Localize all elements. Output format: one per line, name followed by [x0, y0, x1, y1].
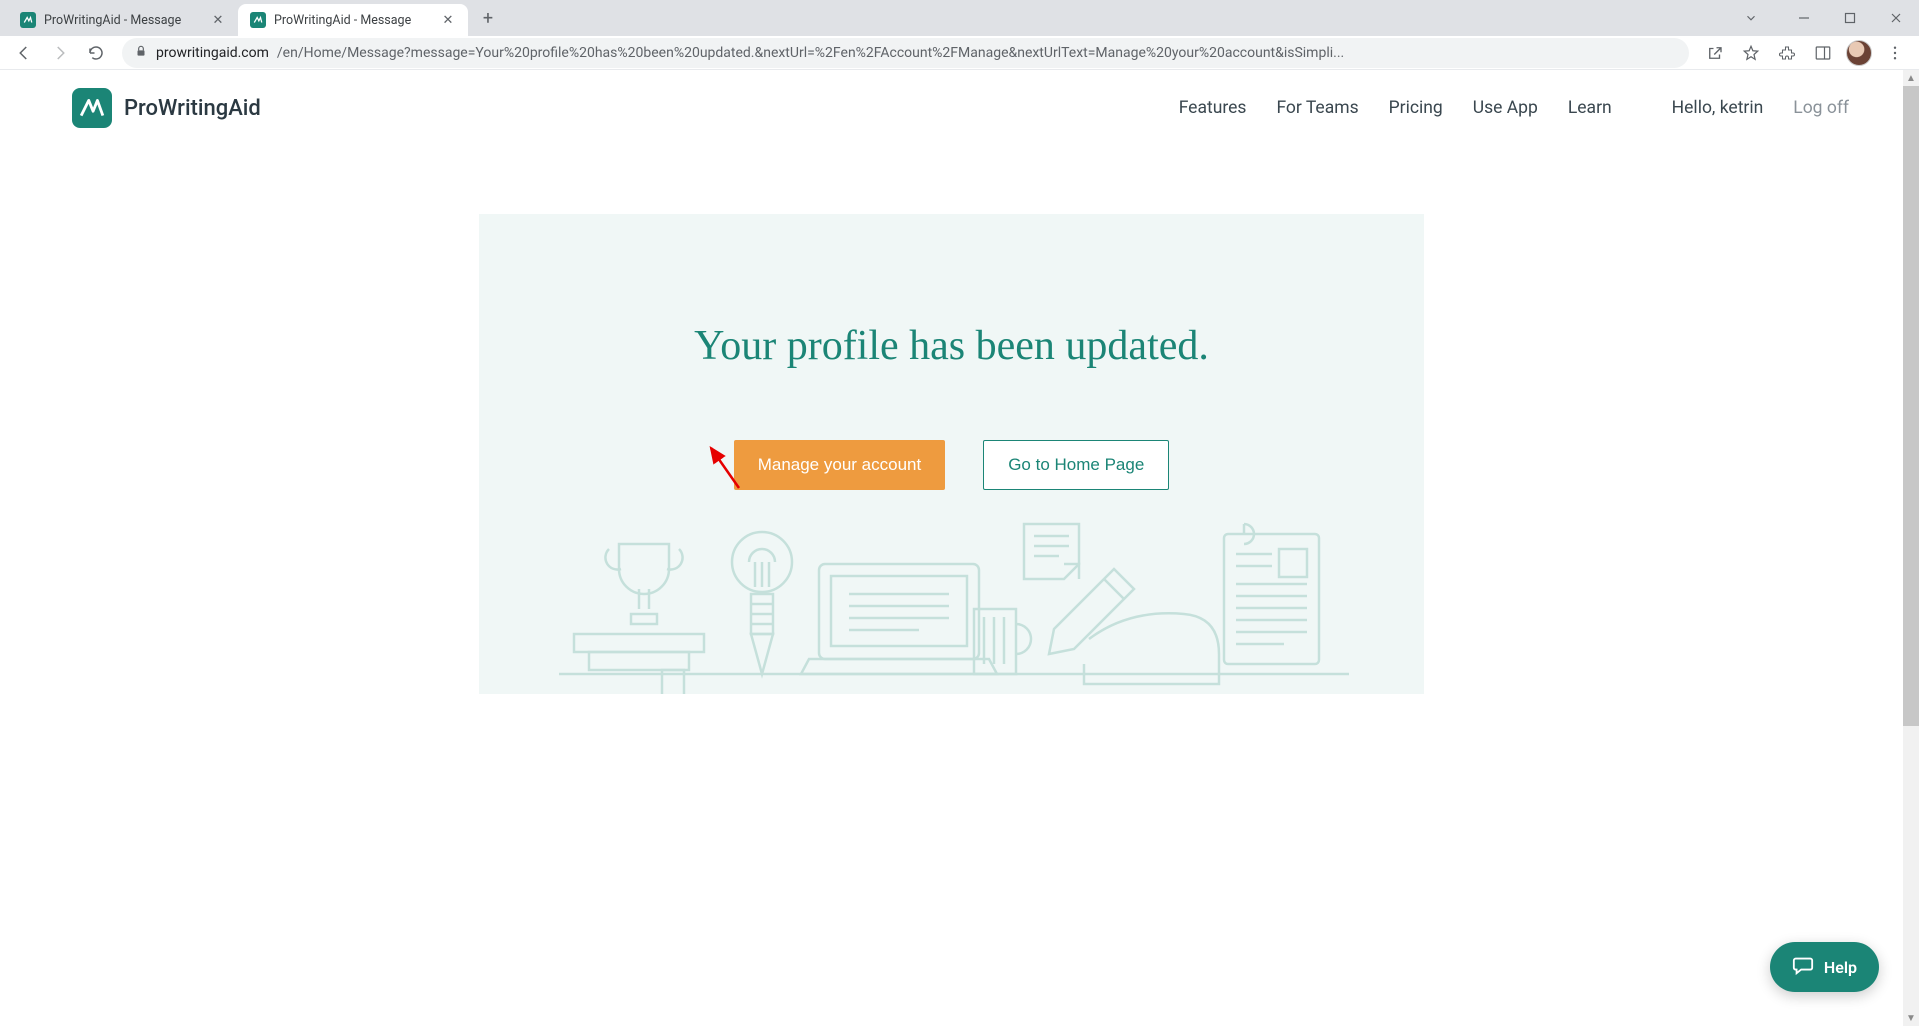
vertical-scrollbar[interactable]: ▲ ▼ [1903, 70, 1919, 1026]
help-label: Help [1824, 958, 1857, 977]
browser-toolbar: prowritingaid.com/en/Home/Message?messag… [0, 36, 1919, 70]
hero-buttons: Manage your account Go to Home Page [479, 440, 1424, 490]
nav-learn[interactable]: Learn [1568, 98, 1612, 118]
tab-title: ProWritingAid - Message [274, 13, 432, 28]
brand-name: ProWritingAid [124, 96, 261, 121]
decorative-illustration [479, 514, 1424, 694]
help-widget-button[interactable]: Help [1770, 942, 1879, 992]
browser-tab-bar: ProWritingAid - Message ✕ ProWritingAid … [0, 0, 1919, 36]
bookmark-icon[interactable] [1735, 39, 1767, 67]
window-close-button[interactable] [1873, 2, 1919, 34]
window-minimize-button[interactable] [1781, 2, 1827, 34]
user-greeting: Hello, ketrin [1672, 98, 1764, 118]
scroll-down-icon[interactable]: ▼ [1903, 1010, 1919, 1026]
page-title: Your profile has been updated. [479, 214, 1424, 370]
window-maximize-button[interactable] [1827, 2, 1873, 34]
share-icon[interactable] [1699, 39, 1731, 67]
window-controls [1731, 0, 1919, 36]
url-host: prowritingaid.com [156, 45, 269, 61]
brand-logo-icon [72, 88, 112, 128]
new-tab-button[interactable]: + [474, 4, 502, 32]
reload-button[interactable] [80, 39, 112, 67]
chat-icon [1792, 954, 1814, 980]
brand[interactable]: ProWritingAid [72, 88, 261, 128]
close-icon[interactable]: ✕ [440, 12, 456, 28]
manage-account-button[interactable]: Manage your account [734, 440, 946, 490]
scroll-up-icon[interactable]: ▲ [1903, 70, 1919, 86]
site-header: ProWritingAid Features For Teams Pricing… [0, 70, 1903, 144]
tab-search-icon[interactable] [1731, 11, 1771, 25]
close-icon[interactable]: ✕ [210, 12, 226, 28]
tab-favicon-icon [20, 12, 36, 28]
nav-for-teams[interactable]: For Teams [1276, 98, 1358, 118]
nav-features[interactable]: Features [1179, 98, 1247, 118]
avatar [1846, 40, 1872, 66]
nav-pricing[interactable]: Pricing [1389, 98, 1443, 118]
message-panel: Your profile has been updated. Manage yo… [479, 214, 1424, 694]
main-nav: Features For Teams Pricing Use App Learn… [1179, 98, 1849, 118]
tab-favicon-icon [250, 12, 266, 28]
nav-use-app[interactable]: Use App [1473, 98, 1538, 118]
browser-chrome: ProWritingAid - Message ✕ ProWritingAid … [0, 0, 1919, 70]
lock-icon [134, 44, 148, 62]
page-content: ProWritingAid Features For Teams Pricing… [0, 70, 1903, 1026]
extensions-icon[interactable] [1771, 39, 1803, 67]
tab-title: ProWritingAid - Message [44, 13, 202, 28]
back-button[interactable] [8, 39, 40, 67]
url-path: /en/Home/Message?message=Your%20profile%… [277, 45, 1344, 61]
scrollbar-thumb[interactable] [1903, 86, 1919, 726]
chrome-menu-icon[interactable] [1879, 39, 1911, 67]
browser-tab[interactable]: ProWritingAid - Message ✕ [8, 4, 238, 36]
page-viewport: ProWritingAid Features For Teams Pricing… [0, 70, 1903, 1026]
url-bar[interactable]: prowritingaid.com/en/Home/Message?messag… [122, 38, 1689, 68]
forward-button[interactable] [44, 39, 76, 67]
side-panel-icon[interactable] [1807, 39, 1839, 67]
profile-avatar[interactable] [1843, 39, 1875, 67]
logoff-link[interactable]: Log off [1793, 98, 1849, 118]
browser-tab-active[interactable]: ProWritingAid - Message ✕ [238, 4, 468, 36]
go-home-button[interactable]: Go to Home Page [983, 440, 1169, 490]
